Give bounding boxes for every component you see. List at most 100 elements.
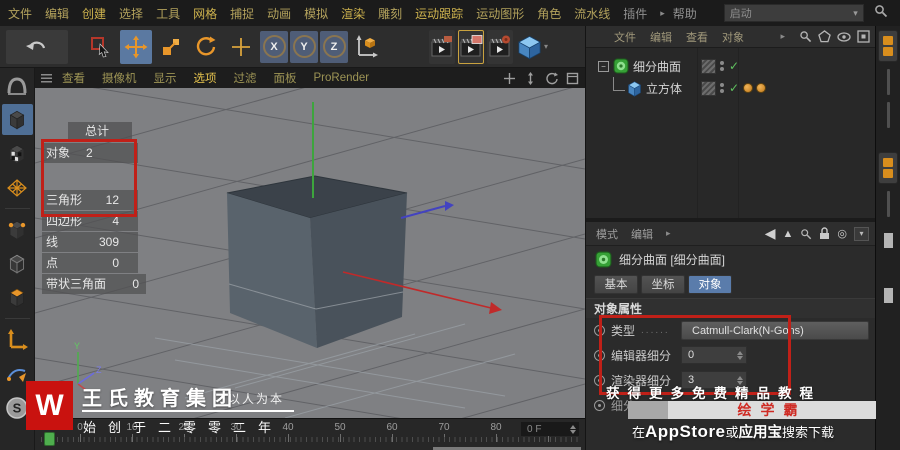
tab-basic[interactable]: 基本 <box>594 274 638 294</box>
polygon-mode-button[interactable] <box>2 282 33 313</box>
workplane-axis-button[interactable] <box>2 324 33 355</box>
frame-spinner-icon[interactable] <box>570 424 576 434</box>
enabled-check-icon[interactable]: ✓ <box>729 81 739 95</box>
om-menu-objects[interactable]: 对象 <box>722 29 744 45</box>
spline-pen-icon <box>7 368 26 382</box>
vp-menu-panel[interactable]: 面板 <box>274 70 297 86</box>
zoom-view-icon[interactable] <box>524 71 537 85</box>
om-menu-view[interactable]: 查看 <box>686 29 708 45</box>
tree-row-cube[interactable]: 立方体 ✓ <box>586 76 875 99</box>
viewport-3d-canvas[interactable]: 总计 对象 2 三角形 12 四边形 4 线 309 点0 带状三角面 0 Y Z <box>35 88 585 418</box>
parent-up-icon[interactable]: ▲ <box>783 228 794 240</box>
add-primitive-cube-button[interactable]: ▾ <box>516 30 548 64</box>
layer-swatch[interactable] <box>701 80 716 96</box>
panel-menu-icon[interactable]: ▾ <box>854 226 869 241</box>
dock-label-bar <box>886 69 890 95</box>
vp-menu-prorender[interactable]: ProRender <box>314 72 370 84</box>
ad-line1: 获得更多免费精品教程 <box>606 386 821 401</box>
vp-menu-display[interactable]: 显示 <box>154 70 177 86</box>
menu-help[interactable]: 帮助 <box>673 5 697 22</box>
menu-tools[interactable]: 工具 <box>156 5 180 22</box>
render-settings-button[interactable] <box>487 29 513 64</box>
phong-tag-icon[interactable] <box>743 83 753 93</box>
search-icon[interactable] <box>800 228 812 240</box>
search-icon[interactable] <box>799 30 812 43</box>
menu-character[interactable]: 角色 <box>537 5 561 22</box>
menu-simulate[interactable]: 模拟 <box>304 5 328 22</box>
menu-motion-tracker[interactable]: 运动跟踪 <box>415 5 463 22</box>
tl-50: 50 <box>334 422 346 433</box>
menu-sculpt[interactable]: 雕刻 <box>378 5 402 22</box>
toggle-panel-icon[interactable] <box>566 72 579 85</box>
dock-tab[interactable] <box>878 30 898 62</box>
menu-snap[interactable]: 捕捉 <box>230 5 254 22</box>
dock-scroll-handle[interactable] <box>883 288 893 303</box>
dock-scroll-handle[interactable] <box>883 233 893 248</box>
vp-menu-filter[interactable]: 过滤 <box>234 70 257 86</box>
path-pentagon-icon[interactable] <box>818 30 831 43</box>
filter-target-icon[interactable] <box>857 30 870 43</box>
edge-mode-button[interactable] <box>2 248 33 279</box>
collapse-toggle-icon[interactable]: − <box>598 60 609 72</box>
point-mode-button[interactable] <box>2 214 33 245</box>
menu-edit[interactable]: 编辑 <box>45 5 69 22</box>
ffd-lattice-button[interactable] <box>2 172 33 203</box>
render-view-button[interactable] <box>429 29 455 64</box>
coordinate-system-button[interactable] <box>350 30 382 64</box>
vp-menu-cameras[interactable]: 摄像机 <box>102 70 137 86</box>
object-label[interactable]: 立方体 <box>646 80 682 97</box>
move-tool-button[interactable] <box>120 29 152 64</box>
last-tool-button[interactable] <box>225 30 257 64</box>
anim-dot-icon[interactable] <box>594 400 605 411</box>
undo-button[interactable] <box>6 29 68 64</box>
object-label[interactable]: 细分曲面 <box>633 58 681 75</box>
menu-select[interactable]: 选择 <box>119 5 143 22</box>
search-icon[interactable] <box>874 4 888 23</box>
menu-animate[interactable]: 动画 <box>267 5 291 22</box>
dock-tab[interactable] <box>878 152 898 184</box>
tab-coordinates[interactable]: 坐标 <box>641 274 685 294</box>
history-back-icon[interactable]: ◀ <box>765 225 776 242</box>
model-mode-button[interactable] <box>1 104 33 135</box>
am-menu-mode[interactable]: 模式 <box>596 226 618 242</box>
target-circle-icon[interactable]: ◎ <box>837 227 847 240</box>
current-frame-field[interactable]: 0 F <box>521 422 579 436</box>
menu-create[interactable]: 创建 <box>82 5 106 22</box>
make-editable-icon <box>7 76 27 95</box>
rotate-tool-button[interactable] <box>190 30 222 64</box>
menu-mesh[interactable]: 网格 <box>193 5 217 22</box>
watermark-logo: W <box>26 381 73 430</box>
pan-view-icon[interactable] <box>503 72 516 85</box>
layer-swatch[interactable] <box>701 58 716 74</box>
selection-tool-button[interactable] <box>85 30 117 64</box>
lock-y-axis-button[interactable]: Y <box>290 30 318 63</box>
render-to-picture-viewer-button[interactable] <box>458 29 484 64</box>
eye-icon[interactable] <box>837 31 851 43</box>
menu-mograph[interactable]: 运动图形 <box>476 5 524 22</box>
am-menu-edit[interactable]: 编辑 <box>631 226 653 242</box>
vp-menu-options[interactable]: 选项 <box>194 70 217 86</box>
menu-render[interactable]: 渲染 <box>341 5 365 22</box>
viewport-menu-bar: 查看 摄像机 显示 选项 过滤 面板 ProRender <box>35 68 585 88</box>
texture-mode-button[interactable] <box>2 138 33 169</box>
vp-menu-view[interactable]: 查看 <box>62 70 85 86</box>
scale-tool-button[interactable] <box>155 30 187 64</box>
lock-x-axis-button[interactable]: X <box>260 30 288 63</box>
menu-plugins[interactable]: 插件 <box>623 5 647 22</box>
tag-icon[interactable] <box>756 83 766 93</box>
rotate-view-icon[interactable] <box>545 72 558 85</box>
lock-z-axis-button[interactable]: Z <box>320 30 348 63</box>
lock-icon[interactable] <box>819 227 830 240</box>
tab-object[interactable]: 对象 <box>688 274 732 294</box>
om-menu-file[interactable]: 文件 <box>614 29 636 45</box>
om-menu-edit[interactable]: 编辑 <box>650 29 672 45</box>
layout-preset-dropdown[interactable]: 启动 ▾ <box>723 4 864 22</box>
visibility-dots[interactable] <box>720 61 724 71</box>
menu-file[interactable]: 文件 <box>8 5 32 22</box>
enabled-check-icon[interactable]: ✓ <box>729 59 739 73</box>
tree-row-subdivision-surface[interactable]: − 细分曲面 ✓ <box>586 55 875 77</box>
make-editable-button[interactable] <box>2 70 33 101</box>
viewport-menu-icon[interactable] <box>41 73 52 83</box>
menu-pipeline[interactable]: 流水线 <box>574 5 610 22</box>
visibility-dots[interactable] <box>720 83 724 93</box>
